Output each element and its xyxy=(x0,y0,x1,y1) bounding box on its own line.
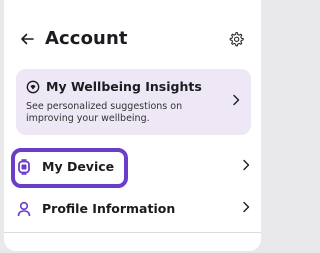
chevron-right-icon xyxy=(243,201,250,213)
account-panel: Account My Wellbeing Insights See person… xyxy=(4,0,261,251)
chevron-right-icon xyxy=(243,159,250,171)
gear-icon xyxy=(229,32,244,47)
person-icon xyxy=(16,200,32,218)
back-button[interactable] xyxy=(14,26,40,52)
menu-item-label: Profile Information xyxy=(42,201,176,216)
watch-icon xyxy=(16,158,32,176)
chevron-right-icon xyxy=(233,94,240,106)
insights-title: My Wellbeing Insights xyxy=(46,79,202,94)
menu-item-label: My Device xyxy=(42,159,115,174)
insights-description: See personalized suggestions on improvin… xyxy=(26,101,183,124)
menu-item-profile-information[interactable]: Profile Information xyxy=(4,189,261,229)
wellbeing-icon xyxy=(26,80,40,94)
wellbeing-insights-card[interactable]: My Wellbeing Insights See personalized s… xyxy=(16,69,251,135)
page-title: Account xyxy=(45,28,128,49)
header: Account xyxy=(4,22,261,58)
settings-button[interactable] xyxy=(223,26,249,52)
arrow-left-icon xyxy=(21,33,34,45)
divider xyxy=(4,232,261,233)
menu-item-my-device[interactable]: My Device xyxy=(4,147,261,187)
